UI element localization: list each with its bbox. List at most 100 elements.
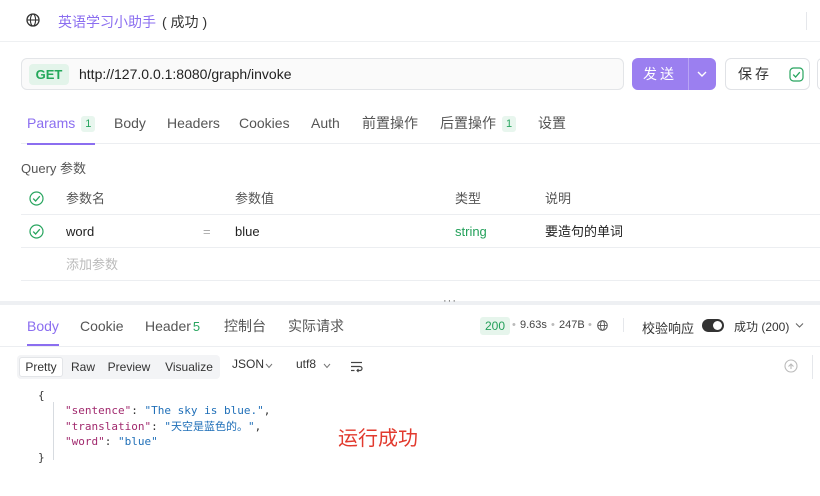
tab-label: 后置操作 [440,115,496,131]
response-tabs: Body Cookie Header 5 控制台 实际请求 [21,308,820,346]
code-line: } [38,451,45,464]
validate-response-toggle[interactable] [702,319,724,332]
chevron-down-icon[interactable] [265,363,273,369]
globe-icon[interactable] [597,320,608,331]
response-size: 247B [559,319,585,331]
response-tab-cookie[interactable]: Cookie [80,308,124,346]
column-header: 说明 [545,191,572,206]
check-circle-icon [789,67,804,82]
pane-splitter[interactable] [0,301,820,305]
json-string: "天空是蓝色的。" [164,420,255,433]
tab-pre-processors[interactable]: 前置操作 [362,102,418,144]
json-punctuation: : [104,435,118,448]
tab-auth[interactable]: Auth [311,102,340,144]
drag-handle-icon[interactable]: ··· [443,296,457,307]
encoding-select[interactable]: utf8 [296,357,316,371]
count-badge: 1 [81,116,96,132]
tab-settings[interactable]: 设置 [538,102,566,144]
view-visualize-button[interactable]: Visualize [161,357,217,377]
save-button[interactable]: 保存 [725,58,810,90]
toggle-knob [713,321,722,330]
query-section-title: Query 参数 [21,161,87,176]
validate-response-label: 校验响应 [642,321,695,336]
tab-label: Params [27,115,76,131]
globe-icon [26,13,40,27]
add-param-placeholder[interactable]: 添加参数 [66,248,118,281]
json-punctuation: : [151,420,165,433]
chevron-down-icon[interactable] [696,69,708,79]
tab-label: Header [145,318,191,334]
json-punctuation: : [131,404,145,417]
method-selector[interactable]: GET [29,64,69,85]
equals-sign: = [203,224,211,239]
send-button-divider [688,58,689,90]
request-status: ( 成功 ) [162,14,208,30]
json-key: "translation" [65,420,152,433]
response-tab-actual-request[interactable]: 实际请求 [288,308,344,346]
table-header: 参数名 参数值 类型 说明 [21,182,820,215]
arrow-up-circle-icon[interactable] [784,359,798,373]
format-select[interactable]: JSON [232,357,264,371]
response-tab-header[interactable]: Header 5 [145,308,200,346]
column-header: 参数值 [235,191,275,206]
table-row: word = blue string 要造句的单词 [21,215,820,248]
column-header: 类型 [455,191,482,206]
count-badge: 1 [502,116,517,132]
request-name[interactable]: 英语学习小助手 [58,12,156,32]
title-bar: 英语学习小助手 ( 成功 ) [0,0,820,42]
tab-label: Body [27,318,59,334]
tab-body[interactable]: Body [114,102,146,144]
tab-headers[interactable]: Headers [167,102,220,144]
param-description-cell[interactable]: 要造句的单词 [545,215,623,248]
json-key: "word" [65,435,105,448]
column-header: 参数名 [66,191,106,206]
tab-post-processors[interactable]: 后置操作 1 [440,102,517,144]
response-toolbar: Pretty Raw Preview Visualize JSON utf8 [0,346,820,386]
response-body-viewer[interactable]: { "sentence": "The sky is blue.", "trans… [18,386,818,496]
status-code-badge: 200 [480,317,511,335]
response-tab-console[interactable]: 控制台 [224,308,266,346]
code-line: "translation": "天空是蓝色的。", [65,419,261,434]
json-key: "sentence" [65,404,132,417]
json-string: "blue" [118,435,158,448]
code-line: { [38,389,45,402]
json-punctuation: , [263,404,271,417]
request-tabs: Params 1 Body Headers Cookies Auth 前置操作 后… [21,102,820,145]
fold-guide [53,402,54,460]
view-raw-button[interactable]: Raw [67,357,99,377]
url-input[interactable] [79,59,619,89]
divider [623,318,624,332]
tab-cookies[interactable]: Cookies [239,102,290,144]
view-preview-button[interactable]: Preview [105,357,153,377]
param-value-cell[interactable]: blue [235,215,260,248]
response-time: 9.63s [520,319,547,331]
result-status-select[interactable]: 成功 (200) [734,318,789,335]
chevron-down-icon[interactable] [795,322,804,329]
code-line: "sentence": "The sky is blue.", [65,403,270,418]
meta-dot: • [551,319,555,331]
count-badge: 5 [192,319,201,334]
wrap-lines-icon[interactable] [350,360,363,373]
view-mode-group: Pretty Raw Preview Visualize [17,355,220,379]
meta-dot: • [588,319,592,331]
meta-dot: • [512,319,516,331]
send-button[interactable]: 发送 [632,58,716,90]
send-button-label: 发送 [643,66,677,82]
chevron-down-icon[interactable] [323,363,331,369]
json-string: "The sky is blue." [144,404,264,417]
code-line: "word": "blue" [65,434,158,449]
tab-params[interactable]: Params 1 [27,102,96,145]
param-name-cell[interactable]: word [66,215,94,248]
response-tab-body[interactable]: Body [27,308,59,346]
check-circle-icon[interactable] [29,191,44,206]
json-punctuation: , [254,420,262,433]
view-pretty-button[interactable]: Pretty [19,357,63,377]
divider [806,12,807,30]
param-type-cell[interactable]: string [455,215,487,248]
annotation-text: 运行成功 [338,428,418,450]
divider [812,355,820,379]
add-param-row[interactable]: 添加参数 [21,248,820,281]
url-bar[interactable]: GET [21,58,624,90]
check-circle-icon[interactable] [29,224,44,239]
active-tab-indicator [27,143,96,145]
